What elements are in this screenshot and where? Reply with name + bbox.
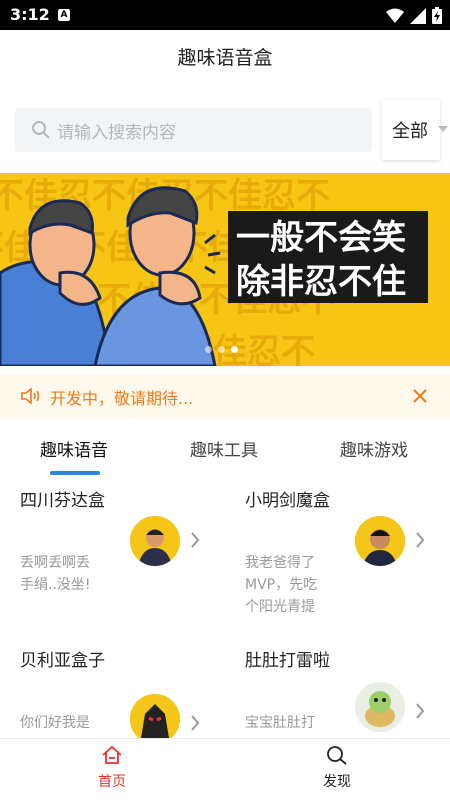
- search-icon: [32, 121, 50, 139]
- battery-icon: [432, 7, 442, 24]
- search-placeholder: 请输入搜索内容: [57, 123, 176, 143]
- filter-label: 全部: [392, 121, 428, 142]
- promo-banner[interactable]: 不佳忍不佳忍不佳忍不 不佳忍不佳忍不佳忍不 不佳忍不佳忍不佳忍不 不佳忍不佳忍不…: [0, 173, 450, 366]
- category-tabs: 趣味语音 趣味工具 趣味游戏: [0, 428, 450, 476]
- tab-indicator: [50, 471, 100, 475]
- card-description: 宝宝肚肚打: [245, 715, 315, 731]
- chevron-right-icon: [191, 715, 200, 731]
- notice-bar: 开发中，敬请期待...: [0, 374, 450, 418]
- signal-icon: [410, 7, 426, 24]
- card-title: 四川芬达盒: [20, 491, 105, 511]
- person-avatar: [130, 516, 180, 566]
- tab-fun-games[interactable]: 趣味游戏: [340, 436, 408, 461]
- chevron-right-icon: [416, 703, 425, 719]
- banner-pagination: [205, 346, 238, 353]
- card-title: 贝利亚盒子: [20, 651, 105, 671]
- bottom-navigation: 首页 发现: [0, 738, 450, 800]
- nav-discover-label: 发现: [323, 774, 351, 790]
- pagination-dot-active[interactable]: [231, 346, 238, 353]
- banner-line1: 一般不会笑: [236, 218, 406, 258]
- status-icons: [386, 7, 442, 24]
- status-bar: 3:12 A: [0, 0, 450, 30]
- tab-fun-tools[interactable]: 趣味工具: [190, 436, 258, 461]
- home-icon: [102, 745, 122, 764]
- search-icon: [327, 746, 347, 765]
- voice-box-card[interactable]: 四川芬达盒 丢啊丢啊丢手绢..没坐!: [20, 486, 220, 626]
- tab-fun-voice[interactable]: 趣味语音: [40, 436, 108, 461]
- status-time: 3:12: [10, 5, 50, 24]
- card-title: 小明剑魔盒: [245, 491, 330, 511]
- pagination-dot[interactable]: [205, 346, 212, 353]
- banner-line2: 除非忍不住: [236, 262, 406, 302]
- caret-down-icon: [438, 126, 448, 132]
- turtle-avatar: [355, 682, 405, 732]
- search-input[interactable]: 请输入搜索内容: [15, 108, 372, 152]
- card-description: 我老爸得了MVP，先吃个阳光青提: [245, 555, 318, 615]
- wifi-icon: [386, 8, 404, 23]
- chevron-right-icon: [191, 532, 200, 548]
- banner-image: 不佳忍不佳忍不佳忍不 不佳忍不佳忍不佳忍不 不佳忍不佳忍不佳忍不 不佳忍不佳忍不…: [0, 173, 450, 366]
- pagination-dot[interactable]: [218, 346, 225, 353]
- card-description: 丢啊丢啊丢手绢..没坐!: [20, 555, 91, 593]
- hero-avatar: [130, 694, 180, 744]
- person-avatar: [355, 516, 405, 566]
- category-filter-dropdown[interactable]: 全部: [382, 100, 448, 160]
- card-description: 你们好我是: [20, 715, 90, 731]
- nav-home[interactable]: 首页: [72, 745, 152, 791]
- card-title: 肚肚打雷啦: [245, 651, 330, 671]
- chevron-right-icon: [416, 532, 425, 548]
- search-row: 请输入搜索内容 全部: [0, 100, 450, 160]
- voice-box-card[interactable]: 小明剑魔盒 我老爸得了MVP，先吃个阳光青提: [245, 486, 445, 626]
- close-icon[interactable]: [412, 388, 428, 404]
- speaker-icon: [21, 387, 40, 405]
- notice-text: 开发中，敬请期待...: [50, 389, 194, 408]
- notification-icon: A: [58, 9, 70, 21]
- nav-home-label: 首页: [98, 774, 126, 790]
- nav-discover[interactable]: 发现: [297, 745, 377, 791]
- page-title: 趣味语音盒: [177, 47, 273, 69]
